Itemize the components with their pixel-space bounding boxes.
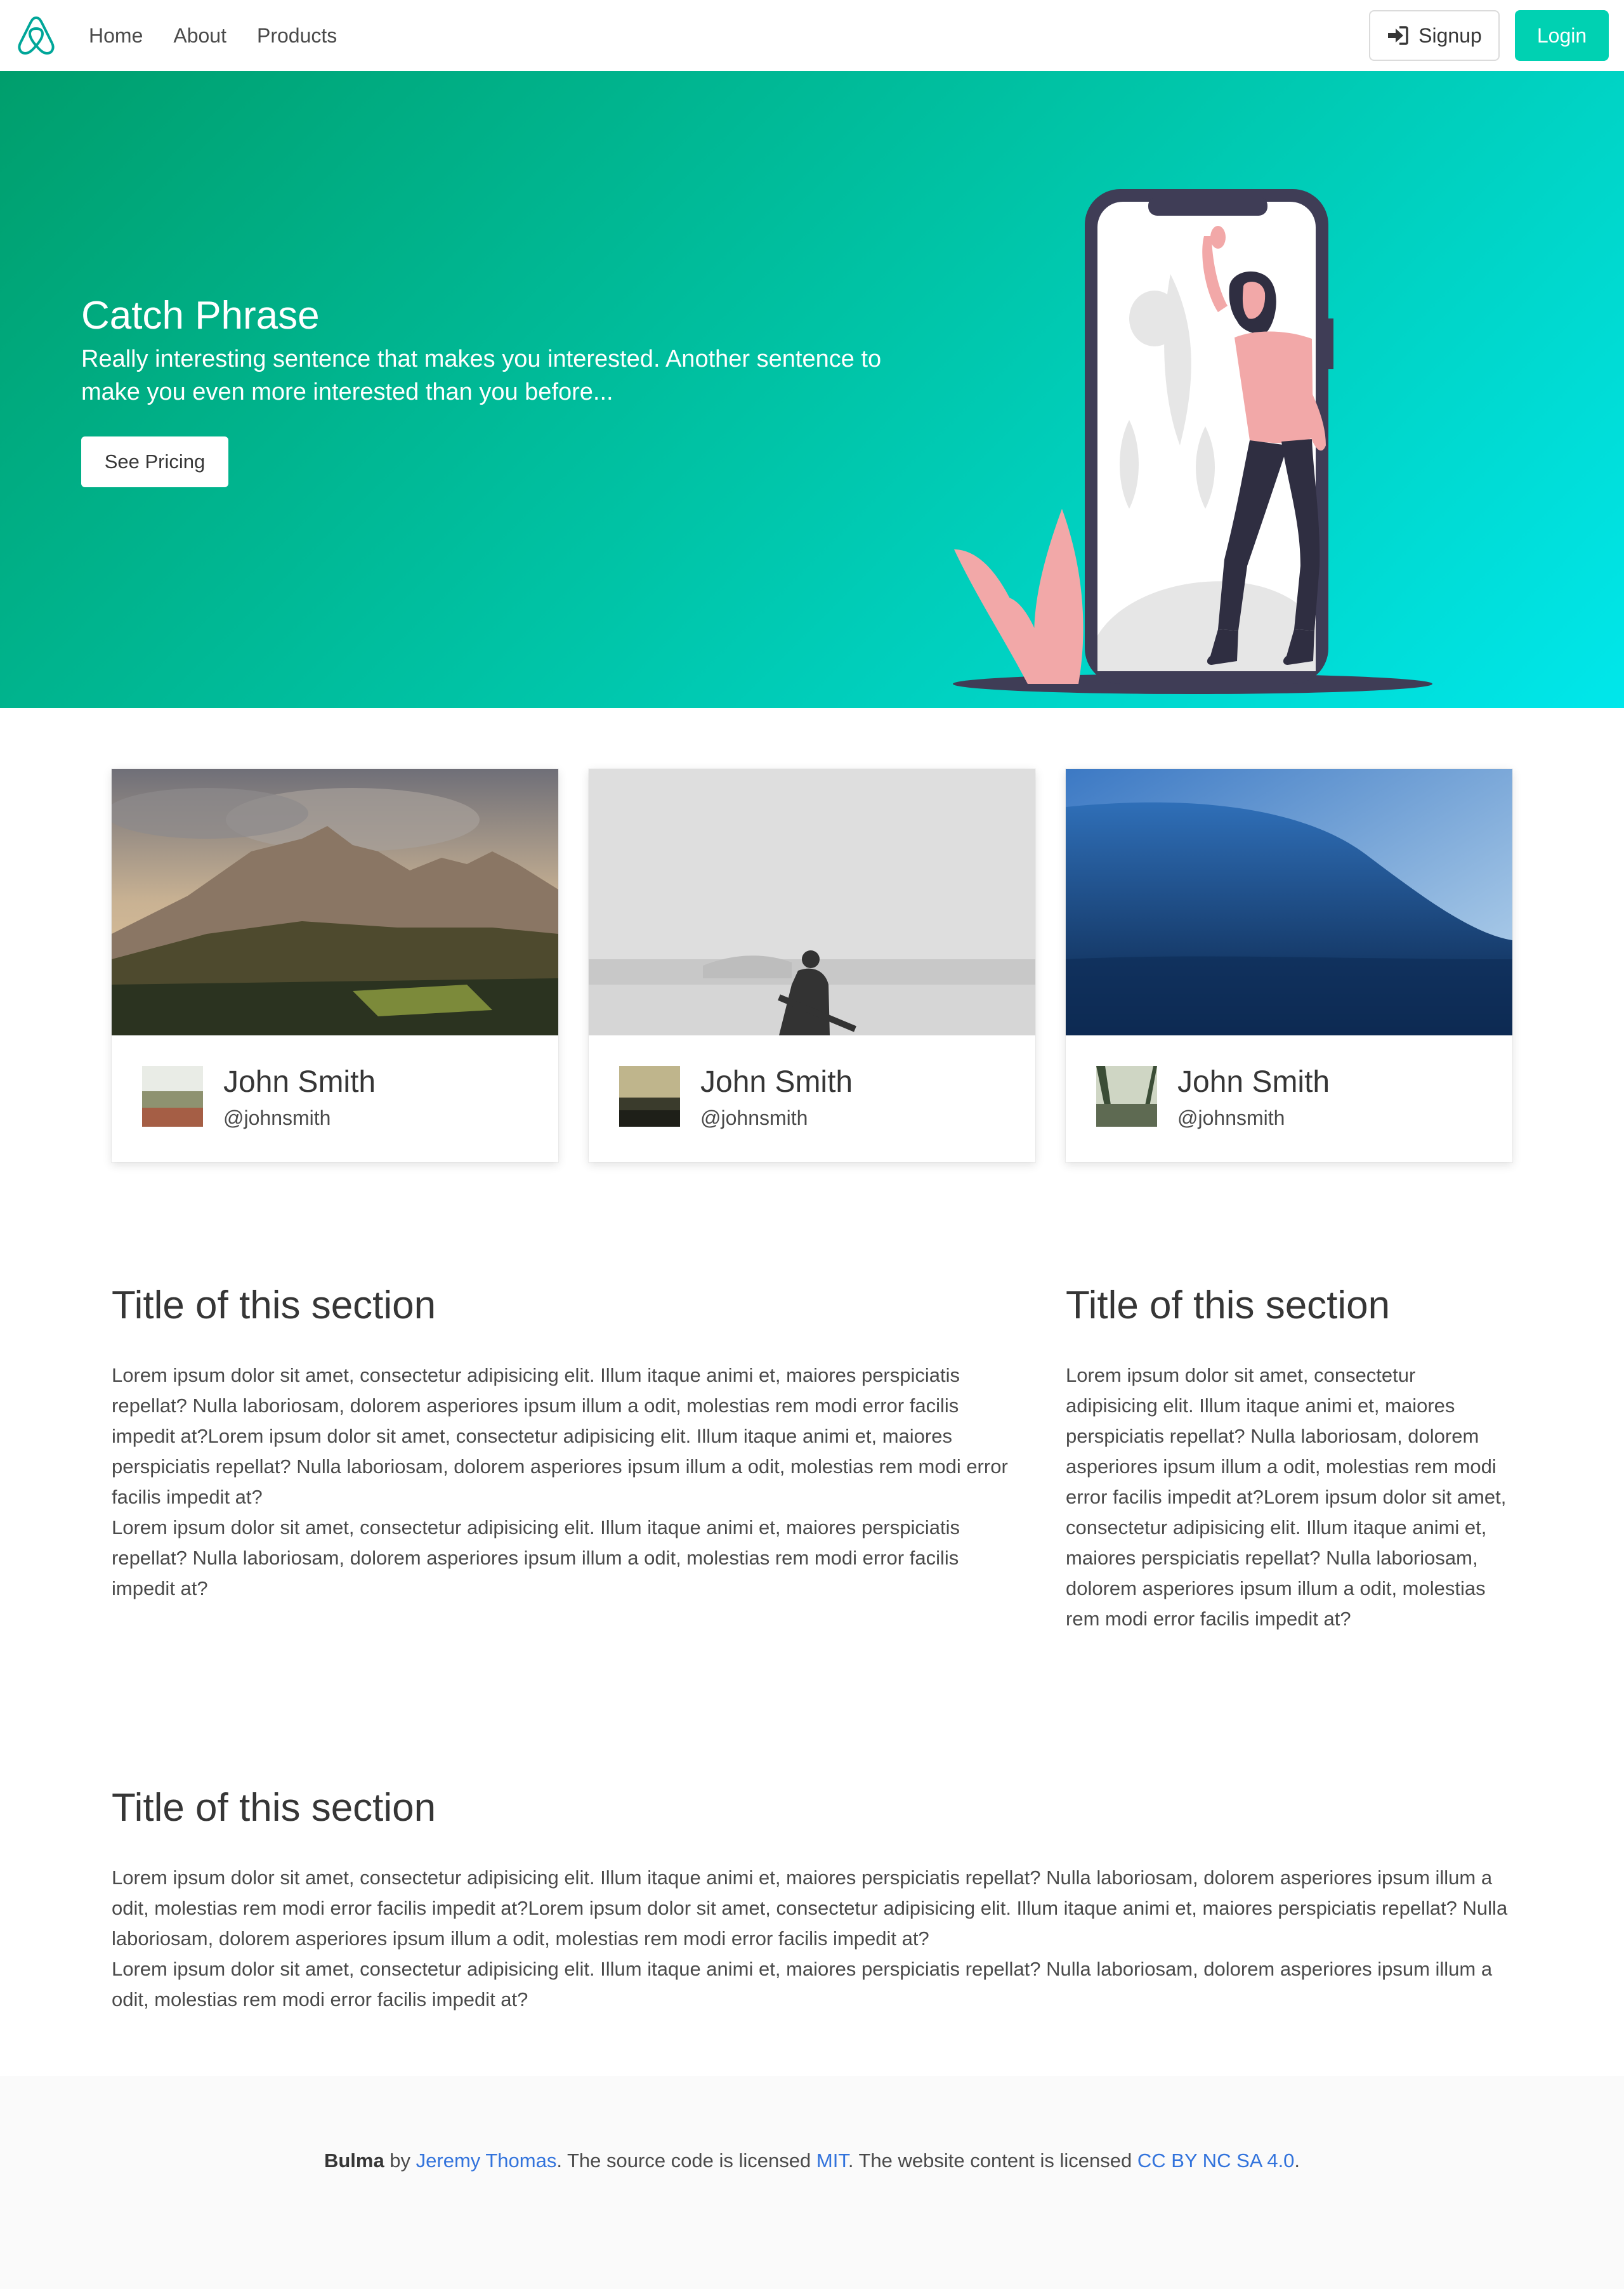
card-handle: @johnsmith — [223, 1106, 331, 1129]
login-button[interactable]: Login — [1515, 10, 1609, 61]
see-pricing-button[interactable]: See Pricing — [81, 436, 228, 487]
nav-about[interactable]: About — [173, 24, 226, 48]
footer-text: Bulma by Jeremy Thomas. The source code … — [0, 2149, 1624, 2172]
phone-woman-illustration — [953, 189, 1432, 694]
card-handle: @johnsmith — [700, 1106, 808, 1129]
hero-subtitle: Really interesting sentence that makes y… — [81, 346, 882, 405]
section-paragraph: Lorem ipsum dolor sit amet, consectetur … — [1066, 1364, 1507, 1630]
login-label: Login — [1536, 23, 1587, 47]
section-title: Title of this section — [112, 1283, 436, 1327]
profile-card-1[interactable]: John Smith @johnsmith — [112, 769, 558, 1162]
footer-mid2: . The website content is licensed — [848, 2149, 1137, 2172]
card-name: John Smith — [700, 1065, 853, 1099]
profile-card-3[interactable]: John Smith @johnsmith — [1066, 769, 1512, 1162]
section-paragraph: Lorem ipsum dolor sit amet, consectetur … — [112, 1516, 960, 1599]
cc-license-link[interactable]: CC BY NC SA 4.0 — [1137, 2149, 1295, 2172]
footer-brand: Bulma — [324, 2149, 384, 2172]
card-name: John Smith — [1177, 1065, 1330, 1099]
section-title: Title of this section — [1066, 1283, 1391, 1327]
nav-products[interactable]: Products — [257, 24, 337, 48]
avatar — [142, 1066, 203, 1127]
footer-mid: . The source code is licensed — [556, 2149, 816, 2172]
section-text: Lorem ipsum dolor sit amet, consectetur … — [112, 1360, 1025, 1604]
section-text: Lorem ipsum dolor sit amet, consectetur … — [112, 1863, 1512, 2015]
card-handle: @johnsmith — [1177, 1106, 1285, 1129]
nav-links: Home About Products — [89, 0, 367, 71]
signup-button[interactable]: Signup — [1369, 10, 1500, 61]
section-text: Lorem ipsum dolor sit amet, consectetur … — [1066, 1360, 1512, 1634]
hero-title: Catch Phrase — [81, 294, 320, 338]
hero-section: Catch Phrase Really interesting sentence… — [0, 71, 1624, 708]
ocean-wave-image — [1066, 769, 1512, 1035]
author-link[interactable]: Jeremy Thomas — [416, 2149, 557, 2172]
footer-by: by — [384, 2149, 416, 2172]
section-title: Title of this section — [112, 1786, 436, 1830]
section-paragraph: Lorem ipsum dolor sit amet, consectetur … — [112, 1364, 1008, 1508]
footer: Bulma by Jeremy Thomas. The source code … — [0, 2076, 1624, 2289]
desert-guitarist-image — [589, 769, 1035, 1035]
airbnb-logo-icon[interactable] — [15, 14, 57, 57]
footer-end: . — [1294, 2149, 1300, 2172]
profile-card-2[interactable]: John Smith @johnsmith — [589, 769, 1035, 1162]
mountain-landscape-image — [112, 769, 558, 1035]
section-paragraph: Lorem ipsum dolor sit amet, consectetur … — [112, 1958, 1493, 2010]
avatar — [1096, 1066, 1157, 1127]
card-name: John Smith — [223, 1065, 376, 1099]
nav-home[interactable]: Home — [89, 24, 143, 48]
avatar — [619, 1066, 680, 1127]
navbar: Home About Products Signup Login — [0, 0, 1624, 71]
sign-in-icon — [1388, 26, 1408, 45]
section-paragraph: Lorem ipsum dolor sit amet, consectetur … — [112, 1866, 1508, 1950]
mit-license-link[interactable]: MIT — [816, 2149, 848, 2172]
signup-label: Signup — [1418, 23, 1482, 47]
